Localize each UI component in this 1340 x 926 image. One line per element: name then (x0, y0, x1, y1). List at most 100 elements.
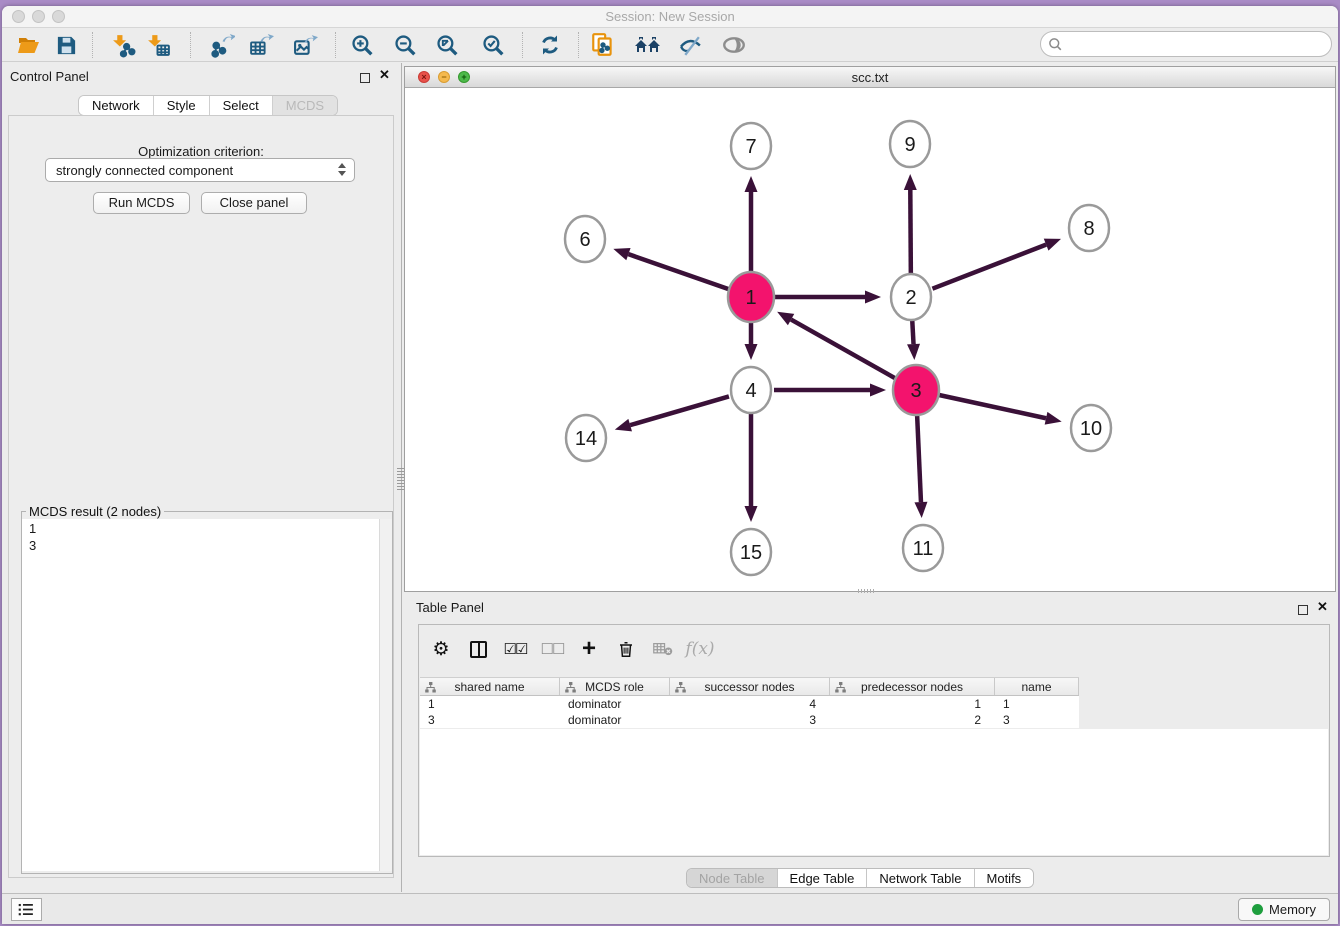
graph-node-9[interactable]: 9 (890, 121, 930, 167)
network-resize-grip[interactable] (858, 589, 876, 593)
zoom-out-icon (393, 33, 418, 58)
graph-node-10[interactable]: 10 (1071, 405, 1111, 451)
toolbar-separator (92, 32, 93, 58)
graph-node-6[interactable]: 6 (565, 216, 605, 262)
node-label: 9 (904, 134, 915, 156)
edge-arrowhead (904, 174, 917, 190)
graph-node-7[interactable]: 7 (731, 123, 771, 169)
control-panel-close-icon[interactable]: ✕ (379, 70, 390, 80)
table-cell[interactable]: 2 (830, 712, 995, 728)
select-all-button[interactable]: ☑☑ (500, 634, 530, 664)
table-cell[interactable]: 1 (420, 696, 560, 712)
graph-node-11[interactable]: 11 (903, 525, 943, 571)
graph-node-15[interactable]: 15 (731, 529, 771, 575)
tab-select[interactable]: Select (210, 96, 273, 115)
mcds-result-item: 1 (29, 520, 379, 537)
import-network-button[interactable] (109, 31, 137, 59)
edge-2-8[interactable] (932, 245, 1046, 289)
close-panel-button[interactable]: Close panel (201, 192, 307, 214)
show-columns-button[interactable] (463, 634, 493, 664)
edge-arrowhead (745, 506, 758, 522)
table-settings-button[interactable]: ⚙ (426, 634, 456, 664)
column-header-successor-nodes[interactable]: successor nodes (670, 678, 830, 695)
toolbar-separator (522, 32, 523, 58)
memory-button[interactable]: Memory (1238, 898, 1330, 921)
table-cell[interactable]: 1 (995, 696, 1079, 712)
table-panel-float-icon[interactable] (1298, 602, 1308, 620)
edge-3-1[interactable] (791, 320, 896, 379)
mcds-panel: Optimization criterion: strongly connect… (8, 115, 394, 878)
graph-node-8[interactable]: 8 (1069, 205, 1109, 251)
node-label: 6 (579, 229, 590, 251)
refresh-view-button[interactable] (536, 31, 564, 59)
search-input[interactable] (1068, 37, 1331, 52)
zoom-selected-button[interactable] (479, 31, 507, 59)
column-header-MCDS-role[interactable]: MCDS role (560, 678, 670, 695)
table-empty-area[interactable] (420, 729, 1328, 855)
edge-2-9[interactable] (910, 190, 911, 274)
import-table-button[interactable] (144, 31, 172, 59)
table-panel-title: Table Panel (416, 600, 484, 615)
edge-2-3[interactable] (912, 320, 913, 344)
list-icon (18, 902, 35, 917)
export-network-button[interactable] (208, 31, 236, 59)
delete-table-button[interactable] (648, 634, 678, 664)
criterion-dropdown[interactable]: strongly connected component (45, 158, 355, 182)
hide-panels-button[interactable] (676, 31, 704, 59)
zoom-out-button[interactable] (391, 31, 419, 59)
add-row-button[interactable]: + (574, 634, 604, 664)
edge-arrowhead (745, 176, 758, 192)
search-field[interactable] (1040, 31, 1332, 57)
table-cell[interactable]: dominator (560, 696, 670, 712)
network-canvas[interactable]: 7 9 6 8 1 2 4 3 14 10 15 11 (405, 88, 1335, 591)
graph-node-4[interactable]: 4 (731, 367, 771, 413)
save-session-button[interactable] (52, 31, 80, 59)
export-image-button[interactable] (291, 31, 319, 59)
deselect-all-button[interactable]: ☐☐ (537, 634, 567, 664)
toolbar-separator (335, 32, 336, 58)
export-image-icon (293, 33, 318, 58)
table-panel-close-icon[interactable]: ✕ (1317, 602, 1328, 612)
clone-network-button[interactable] (589, 31, 617, 59)
tab-network[interactable]: Network (79, 96, 154, 115)
task-history-button[interactable] (11, 898, 42, 921)
table-cell[interactable]: 3 (670, 712, 830, 728)
table-cell[interactable]: 3 (420, 712, 560, 728)
tab-network-table[interactable]: Network Table (867, 869, 974, 887)
table-cell[interactable]: dominator (560, 712, 670, 728)
graph-node-1[interactable]: 1 (728, 272, 774, 322)
splitter-grip[interactable] (397, 468, 404, 490)
column-header-predecessor-nodes[interactable]: predecessor nodes (830, 678, 995, 695)
tab-node-table[interactable]: Node Table (687, 869, 778, 887)
zoom-fit-button[interactable] (433, 31, 461, 59)
run-mcds-button[interactable]: Run MCDS (93, 192, 190, 214)
edge-3-10[interactable] (938, 395, 1046, 418)
table-cell[interactable]: 3 (995, 712, 1079, 728)
graph-node-2[interactable]: 2 (891, 274, 931, 320)
edge-1-6[interactable] (628, 254, 729, 289)
toolbar-separator (190, 32, 191, 58)
delete-row-button[interactable] (611, 634, 641, 664)
edge-3-11[interactable] (917, 413, 921, 502)
show-view-button[interactable] (720, 31, 748, 59)
graph-node-3[interactable]: 3 (893, 365, 939, 415)
tab-edge-table[interactable]: Edge Table (778, 869, 868, 887)
column-header-shared-name[interactable]: shared name (420, 678, 560, 695)
tab-mcds[interactable]: MCDS (273, 96, 337, 115)
mcds-result-list[interactable]: 13 (22, 519, 379, 871)
result-scrollbar[interactable] (379, 519, 392, 871)
zoom-in-button[interactable] (348, 31, 376, 59)
function-builder-button[interactable]: f(x) (685, 634, 715, 664)
tab-style[interactable]: Style (154, 96, 210, 115)
export-table-button[interactable] (247, 31, 275, 59)
edge-4-14[interactable] (630, 396, 729, 425)
control-panel-float-icon[interactable] (360, 70, 370, 88)
tab-motifs[interactable]: Motifs (975, 869, 1034, 887)
graph-node-14[interactable]: 14 (566, 415, 606, 461)
column-header-name[interactable]: name (995, 678, 1079, 695)
home-layout-button[interactable] (634, 31, 662, 59)
open-session-button[interactable] (15, 31, 43, 59)
table-cell[interactable]: 1 (830, 696, 995, 712)
table-cell[interactable]: 4 (670, 696, 830, 712)
app-window: Session: New Session (2, 6, 1338, 924)
